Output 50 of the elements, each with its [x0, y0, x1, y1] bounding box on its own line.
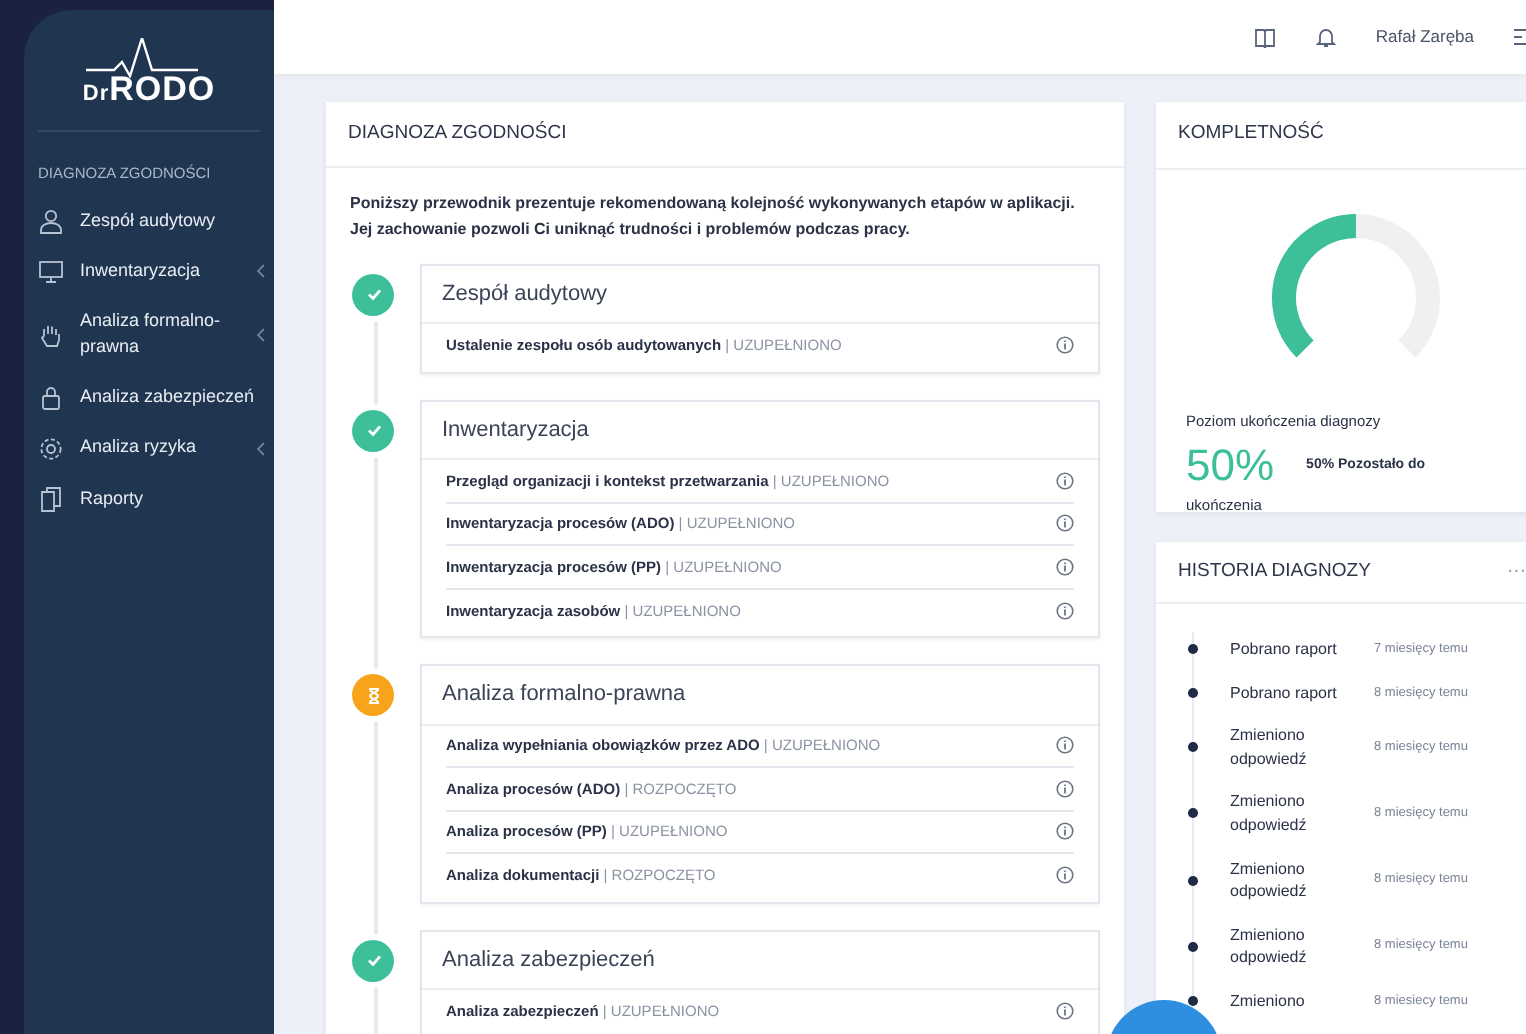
- timeline-dot: [1188, 644, 1198, 655]
- lock-icon: [38, 384, 64, 411]
- monitor-icon: [38, 258, 64, 285]
- history-event: Zmieniono odpowiedź: [1230, 857, 1309, 904]
- info-icon[interactable]: [1056, 514, 1074, 533]
- book-icon[interactable]: [1253, 27, 1276, 47]
- intro-text: Poniższy przewodnik prezentuje rekomendowaną kolejność wykonywanych etapów w aplikacji. Jej zachowanie pozwoli Ci uniknąć trudności i problemów podczas pracy.: [348, 192, 1077, 242]
- sidebar-item[interactable]: Zespół audytowy: [24, 196, 274, 247]
- info-icon[interactable]: [1056, 601, 1074, 620]
- history-event: Pobrano raport: [1230, 638, 1339, 662]
- stage-title[interactable]: Analiza zabezpieczeń: [422, 931, 1098, 991]
- history-event: Zmieniono: [1230, 989, 1307, 1014]
- hand-icon: [38, 321, 64, 348]
- bell-icon[interactable]: [1315, 26, 1336, 48]
- timeline-dot: [1188, 875, 1198, 886]
- user-name[interactable]: Rafał Zaręba: [1375, 24, 1474, 50]
- info-icon[interactable]: [1056, 1002, 1074, 1021]
- sidebar-item[interactable]: Inwentaryzacja: [24, 246, 274, 297]
- menu-icon[interactable]: [1514, 28, 1526, 46]
- card-title: HISTORIA DIAGNOZY: [1178, 557, 1371, 586]
- timeline-dot: [1188, 996, 1198, 1007]
- card-title: KOMPLETNOŚĆ: [1178, 120, 1324, 149]
- history-event: Zmieniono odpowiedź: [1230, 790, 1309, 838]
- logo[interactable]: DrRODO: [82, 38, 216, 106]
- sidebar-item[interactable]: Analiza formalno-prawna: [24, 296, 274, 373]
- sidebar-item[interactable]: Analiza ryzyka: [24, 422, 274, 474]
- info-icon[interactable]: [1056, 736, 1074, 755]
- timeline-dot: [1188, 808, 1198, 819]
- gear-icon: [38, 435, 64, 461]
- user-icon: [38, 208, 64, 235]
- completion-percent: 50%: [1186, 438, 1275, 495]
- documents-icon: [38, 485, 64, 512]
- info-icon[interactable]: [1056, 557, 1074, 576]
- sidebar-item[interactable]: Raporty: [24, 473, 274, 524]
- stage-title[interactable]: Inwentaryzacja: [422, 401, 1098, 461]
- timeline-dot: [1188, 687, 1198, 698]
- info-icon[interactable]: [1056, 471, 1074, 490]
- stage-title[interactable]: Analiza formalno-prawna: [422, 666, 1098, 726]
- info-icon[interactable]: [1056, 822, 1074, 841]
- history-event: Zmieniono odpowiedź: [1230, 923, 1309, 970]
- sidebar-item[interactable]: Analiza zabezpieczeń: [24, 372, 274, 423]
- stage-title[interactable]: Zespół audytowy: [422, 265, 1098, 325]
- history-event: Pobrano raport: [1230, 681, 1339, 705]
- timeline-dot: [1188, 941, 1198, 952]
- timeline-dot: [1188, 742, 1198, 753]
- card-title: DIAGNOZA ZGODNOŚCI: [348, 119, 567, 148]
- info-icon[interactable]: [1056, 336, 1074, 355]
- history-event: Zmieniono odpowiedź: [1230, 724, 1309, 771]
- info-icon[interactable]: [1056, 866, 1074, 885]
- info-icon[interactable]: [1056, 779, 1074, 798]
